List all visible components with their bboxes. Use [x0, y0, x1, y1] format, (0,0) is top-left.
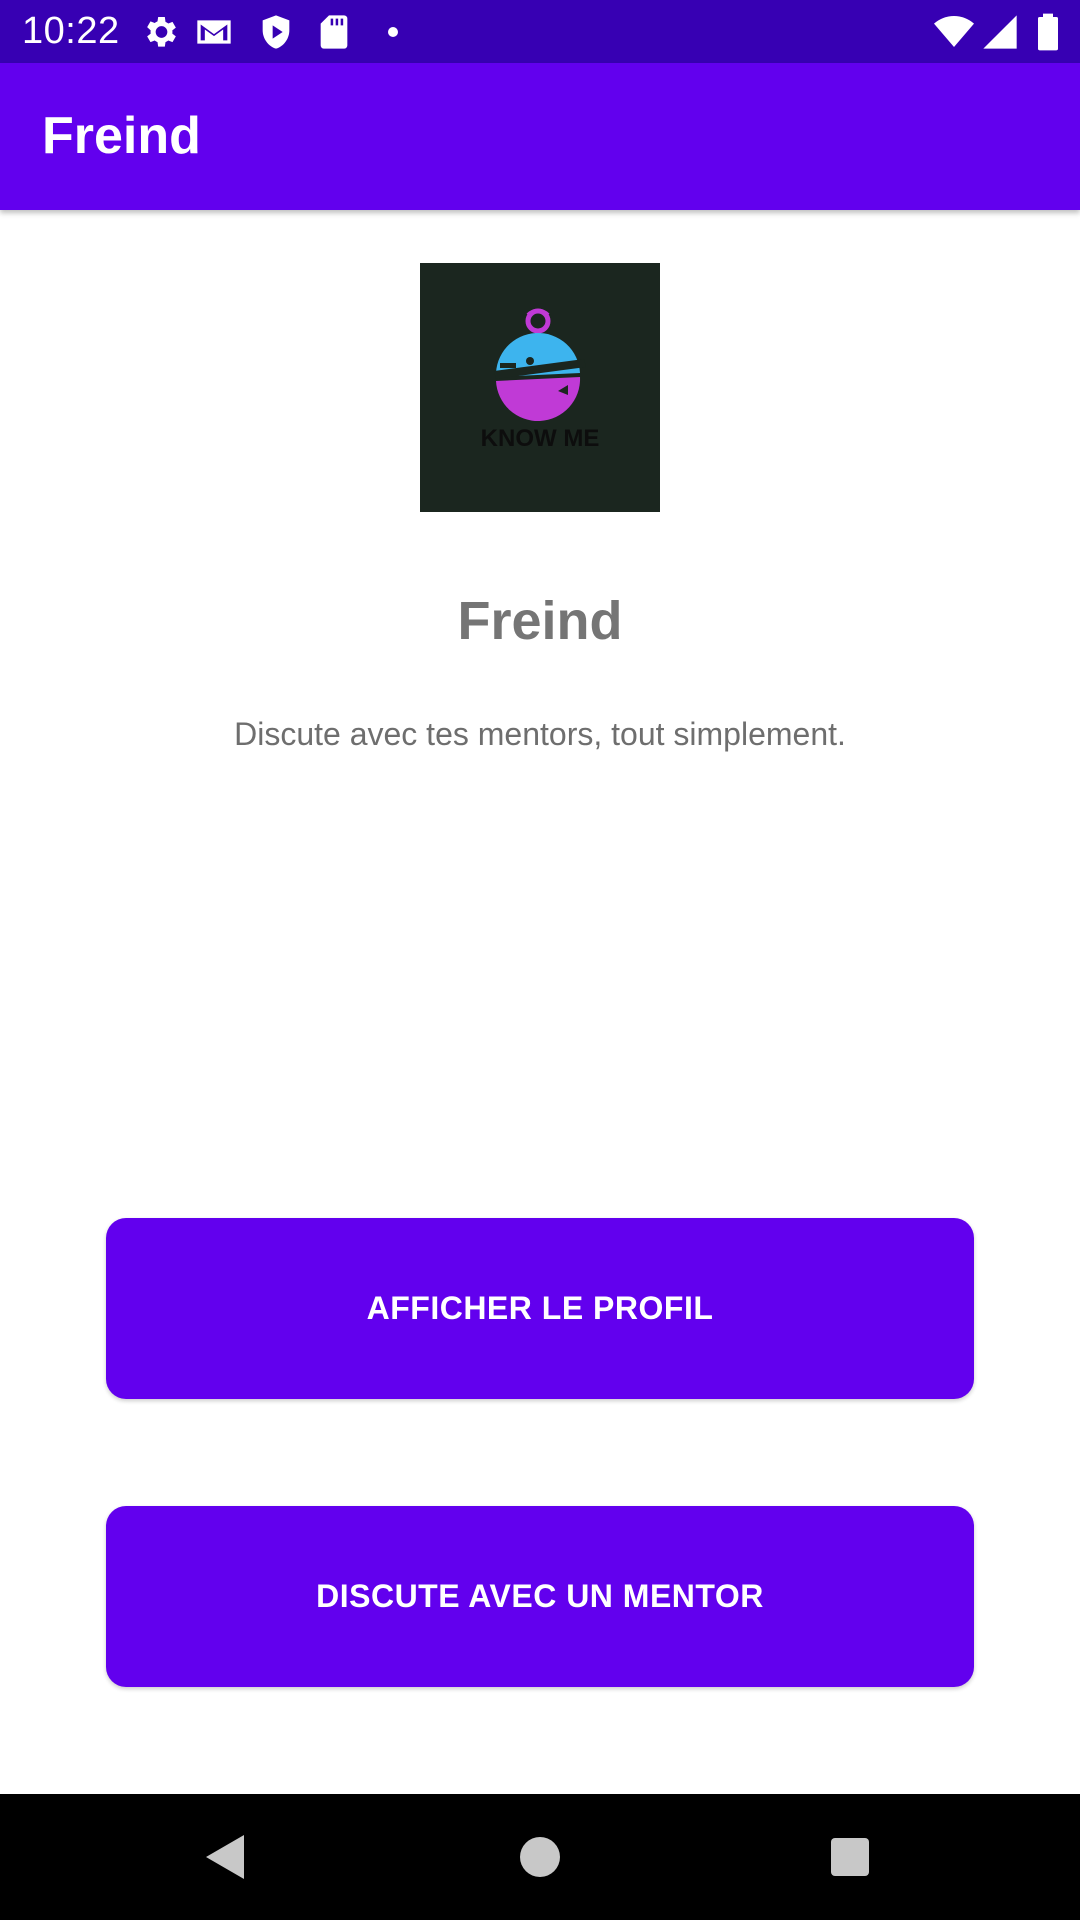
signal-icon: [980, 12, 1020, 52]
chat-mentor-button[interactable]: DISCUTE AVEC UN MENTOR: [106, 1506, 974, 1687]
app-bar: Freind: [0, 63, 1080, 210]
shield-play-icon: [256, 12, 296, 52]
recents-icon[interactable]: [818, 1825, 882, 1889]
page-title: Freind: [457, 591, 623, 651]
know-me-logo-icon: KNOW ME: [420, 263, 660, 512]
show-profile-label: AFFICHER LE PROFIL: [366, 1290, 714, 1326]
sd-card-icon: [314, 12, 354, 52]
wifi-icon: [934, 12, 974, 52]
battery-icon: [1028, 12, 1068, 52]
status-time: 10:22: [22, 10, 120, 52]
status-icons-right: [934, 12, 1064, 52]
status-bar: 10:22: [0, 0, 1080, 63]
gear-icon: [140, 12, 180, 52]
dot-icon: [373, 12, 413, 52]
gmail-icon: [194, 12, 234, 52]
navigation-bar: [0, 1794, 1080, 1920]
chat-mentor-label: DISCUTE AVEC UN MENTOR: [316, 1578, 764, 1614]
page-subtitle: Discute avec tes mentors, tout simplemen…: [234, 716, 846, 752]
logo-text: KNOW ME: [481, 425, 600, 452]
home-icon[interactable]: [508, 1825, 572, 1889]
app-title: Freind: [42, 107, 201, 165]
back-icon[interactable]: [194, 1825, 258, 1889]
show-profile-button[interactable]: AFFICHER LE PROFIL: [106, 1218, 974, 1399]
